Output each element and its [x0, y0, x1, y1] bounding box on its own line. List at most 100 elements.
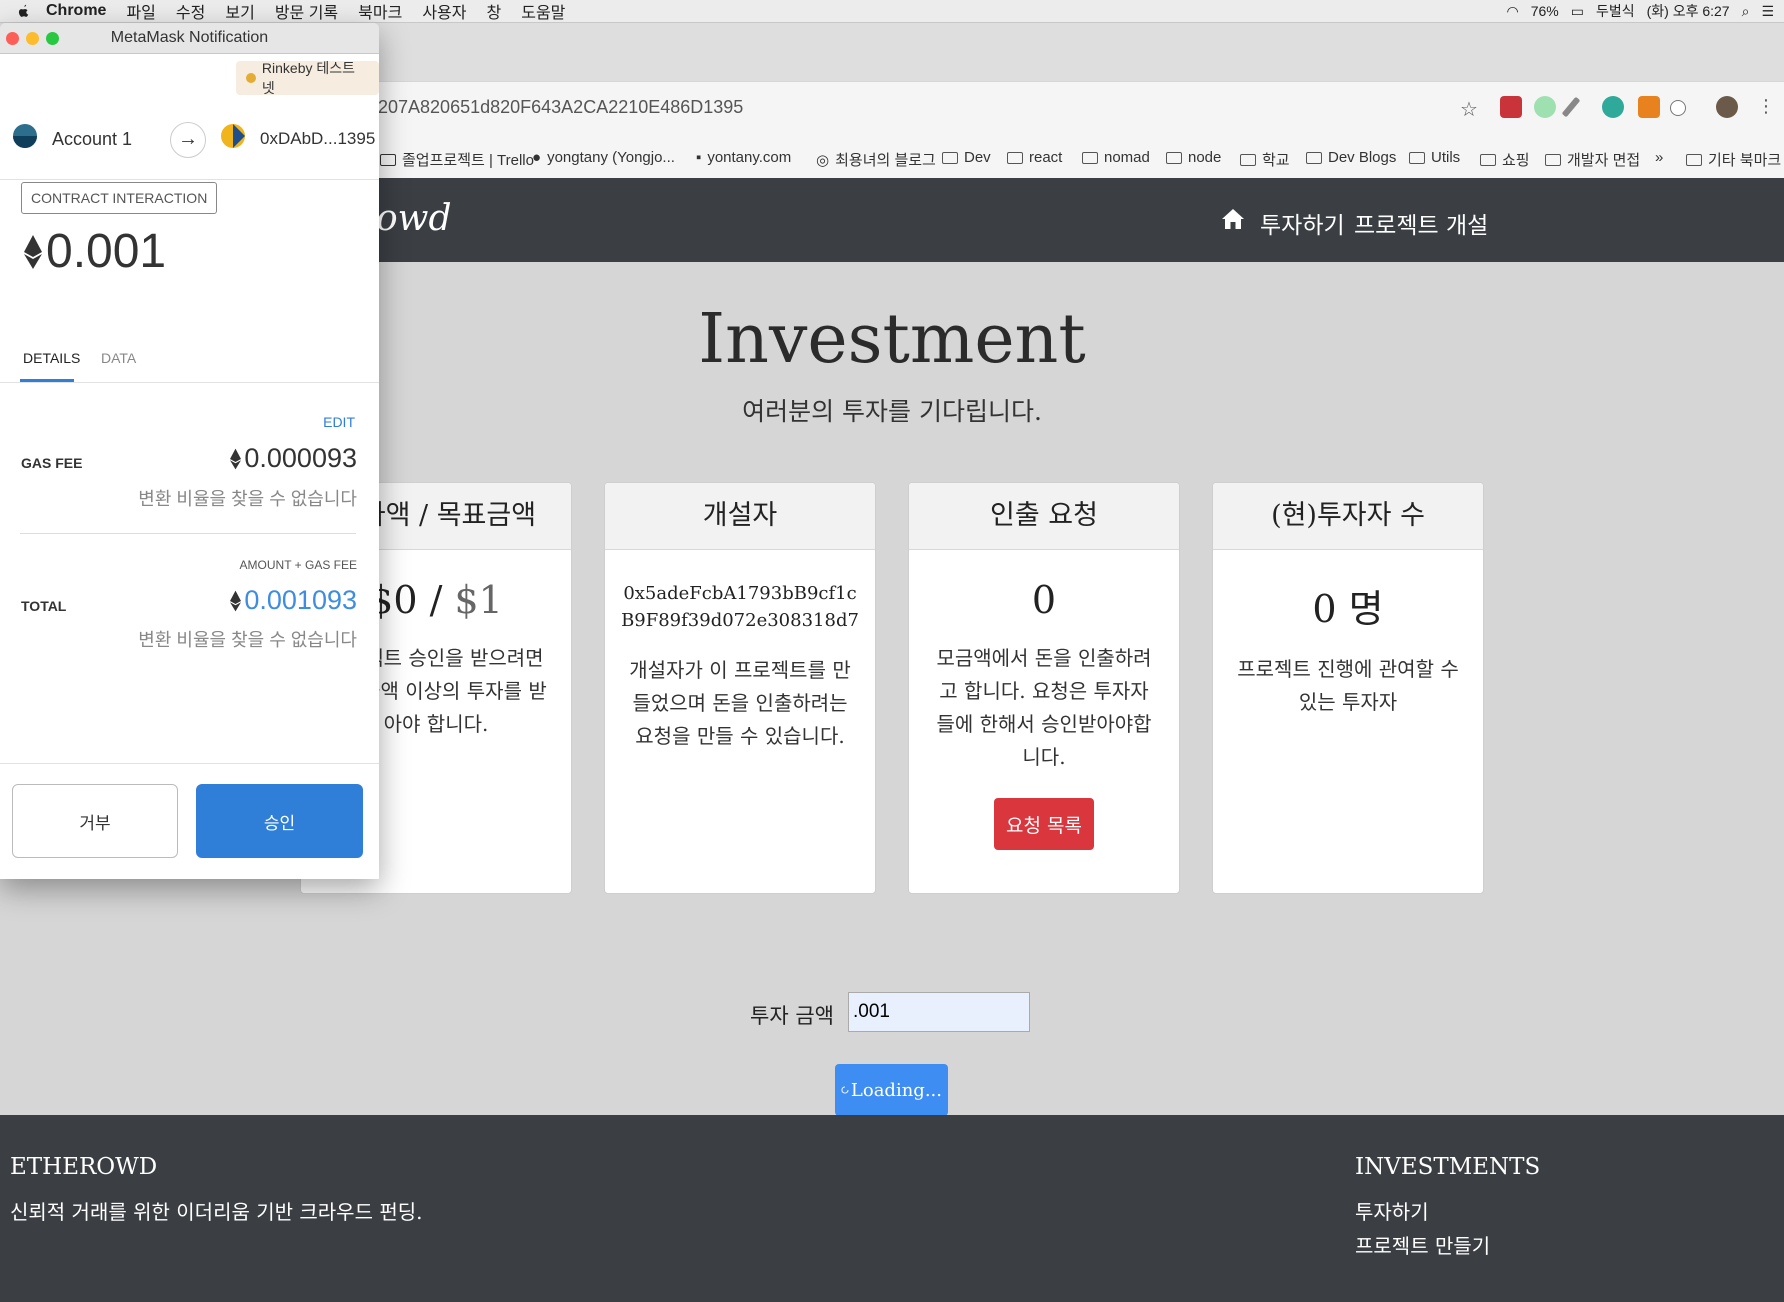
bookmark-folder[interactable]: node — [1166, 149, 1221, 166]
folder-icon — [1082, 151, 1098, 164]
bookmarks-overflow-button[interactable]: » — [1655, 149, 1663, 166]
transaction-amount: 0.001 — [24, 224, 166, 279]
card-title: 인출 요청 — [909, 483, 1179, 550]
metamask-tabs: DETAILS DATA — [0, 328, 379, 383]
spinner-icon — [841, 1086, 849, 1094]
tab-details[interactable]: DETAILS — [23, 350, 80, 366]
folder-icon — [1480, 153, 1496, 166]
menu-bookmarks[interactable]: 북마크 — [358, 0, 402, 23]
folder-icon — [1007, 151, 1023, 164]
bookmark-item[interactable]: 졸업프로젝트 | Trello — [380, 149, 534, 170]
site-brand[interactable]: owd — [376, 198, 452, 239]
invest-amount-label: 투자 금액 — [750, 1004, 834, 1028]
edit-gas-link[interactable]: EDIT — [323, 414, 355, 430]
bookmark-folder[interactable]: Dev Blogs — [1306, 149, 1396, 166]
battery-percent[interactable]: 76% — [1531, 3, 1559, 19]
reject-button[interactable]: 거부 — [12, 784, 178, 858]
url-text[interactable]: 207A820651d820F643A2CA2210E486D1395 — [378, 97, 743, 118]
approve-button[interactable]: 승인 — [196, 784, 363, 858]
card-withdraw-requests: 인출 요청 0 모금액에서 돈을 인출하려고 합니다. 요청은 투자자들에 한해… — [908, 482, 1180, 894]
invest-submit-button[interactable]: Loading... — [835, 1064, 948, 1116]
request-list-button[interactable]: 요청 목록 — [994, 798, 1094, 850]
menu-window[interactable]: 창 — [486, 0, 501, 23]
notification-center-icon[interactable]: ☰ — [1761, 3, 1774, 20]
wifi-icon[interactable]: ◠ — [1506, 3, 1518, 20]
menu-file[interactable]: 파일 — [126, 0, 155, 23]
gas-fee-fiat-note: 변환 비율을 찾을 수 없습니다 — [138, 489, 357, 509]
extension-icon[interactable] — [1500, 96, 1522, 118]
total-sublabel: AMOUNT + GAS FEE — [239, 558, 357, 572]
bookmark-folder[interactable]: 학교 — [1240, 149, 1290, 170]
bookmark-folder[interactable]: 개발자 면접 — [1545, 149, 1640, 170]
input-method[interactable]: 두벌식 — [1596, 1, 1635, 21]
nav-invest-link[interactable]: 투자하기 — [1260, 206, 1345, 240]
from-account-name[interactable]: Account 1 — [52, 129, 132, 150]
close-window-button[interactable] — [6, 32, 19, 45]
macos-menu-bar: Chrome 파일 수정 보기 방문 기록 북마크 사용자 창 도움말 ◠ 76… — [0, 0, 1784, 23]
amount-value: 0.001 — [46, 225, 167, 278]
bookmark-folder[interactable]: 기타 북마크 — [1686, 149, 1781, 170]
gas-fee-label: GAS FEE — [21, 455, 83, 471]
metamask-action-buttons: 거부 승인 — [0, 763, 379, 879]
bookmark-item[interactable]: ● yongtany (Yongjo... — [532, 149, 675, 166]
github-icon: ● — [532, 149, 542, 166]
apple-icon[interactable] — [14, 2, 32, 20]
minimize-window-button[interactable] — [26, 32, 39, 45]
bookmark-item[interactable]: ◎ 최용녀의 블로그 — [816, 149, 936, 170]
bookmark-item[interactable]: ▪ yontany.com — [696, 149, 791, 166]
zoom-window-button[interactable] — [46, 32, 59, 45]
metamask-notification-window: MetaMask Notification Rinkeby 테스트넷 Accou… — [0, 23, 379, 879]
bookmark-folder[interactable]: 쇼핑 — [1480, 149, 1530, 170]
bookmark-folder[interactable]: Utils — [1409, 149, 1460, 166]
site-icon: ▪ — [696, 149, 702, 166]
target-amount: $1 — [454, 578, 503, 622]
gas-fee-value: 0.000093 — [230, 443, 357, 474]
card-value: 0 — [1031, 578, 1057, 622]
invest-amount-input[interactable] — [848, 992, 1030, 1032]
card-description: 프로젝트 진행에 관여할 수 있는 투자자 — [1237, 657, 1459, 714]
blog-icon: ◎ — [816, 151, 830, 169]
divider — [20, 533, 356, 534]
clock[interactable]: (화) 오후 6:27 — [1647, 1, 1730, 21]
trello-icon — [380, 153, 396, 166]
ethereum-icon — [24, 234, 42, 269]
menu-people[interactable]: 사용자 — [422, 0, 466, 23]
extension-icon[interactable] — [1602, 96, 1624, 118]
network-badge[interactable]: Rinkeby 테스트넷 — [236, 60, 379, 96]
bookmark-folder[interactable]: Dev — [942, 149, 991, 166]
extension-icon[interactable] — [1670, 100, 1686, 116]
extension-icon[interactable] — [1534, 96, 1556, 118]
menu-view[interactable]: 보기 — [225, 0, 254, 23]
chrome-menu-icon[interactable]: ⋮ — [1757, 96, 1775, 117]
footer-link-invest[interactable]: 투자하기 — [1355, 1196, 1429, 1225]
creator-address: 0x5adeFcbA1793bB9cf1cB9F89f39d072e308318… — [621, 583, 859, 631]
nav-create-project-link[interactable]: 프로젝트 개설 — [1354, 206, 1488, 240]
to-address[interactable]: 0xDAbD...1395 — [260, 129, 375, 149]
spotlight-search-icon[interactable]: ⌕ — [1742, 3, 1750, 20]
home-icon[interactable] — [1221, 208, 1245, 230]
active-tab-indicator — [20, 379, 74, 382]
card-title: (현)투자자 수 — [1213, 483, 1483, 550]
menu-help[interactable]: 도움말 — [521, 0, 565, 23]
folder-icon — [1240, 153, 1256, 166]
bookmark-folder[interactable]: nomad — [1082, 149, 1150, 166]
tab-data[interactable]: DATA — [101, 350, 136, 366]
menu-chrome[interactable]: Chrome — [46, 2, 106, 20]
arrow-right-icon: → — [170, 122, 206, 158]
total-fiat-note: 변환 비율을 찾을 수 없습니다 — [138, 630, 357, 650]
metamask-fox-icon[interactable] — [1638, 96, 1660, 118]
recipient-identicon — [221, 124, 245, 148]
window-title: MetaMask Notification — [110, 29, 269, 46]
menu-history[interactable]: 방문 기록 — [275, 0, 338, 23]
avatar[interactable] — [1716, 96, 1738, 118]
ethereum-icon — [230, 448, 242, 469]
bookmark-star-icon[interactable]: ☆ — [1460, 97, 1478, 122]
card-title: 개설자 — [605, 483, 875, 550]
folder-icon — [1166, 151, 1182, 164]
menu-edit[interactable]: 수정 — [176, 0, 205, 23]
battery-icon[interactable]: ▭ — [1571, 3, 1584, 20]
folder-icon — [1409, 151, 1425, 164]
footer-link-create-project[interactable]: 프로젝트 만들기 — [1355, 1230, 1490, 1259]
account-identicon — [13, 124, 37, 148]
bookmark-folder[interactable]: react — [1007, 149, 1062, 166]
